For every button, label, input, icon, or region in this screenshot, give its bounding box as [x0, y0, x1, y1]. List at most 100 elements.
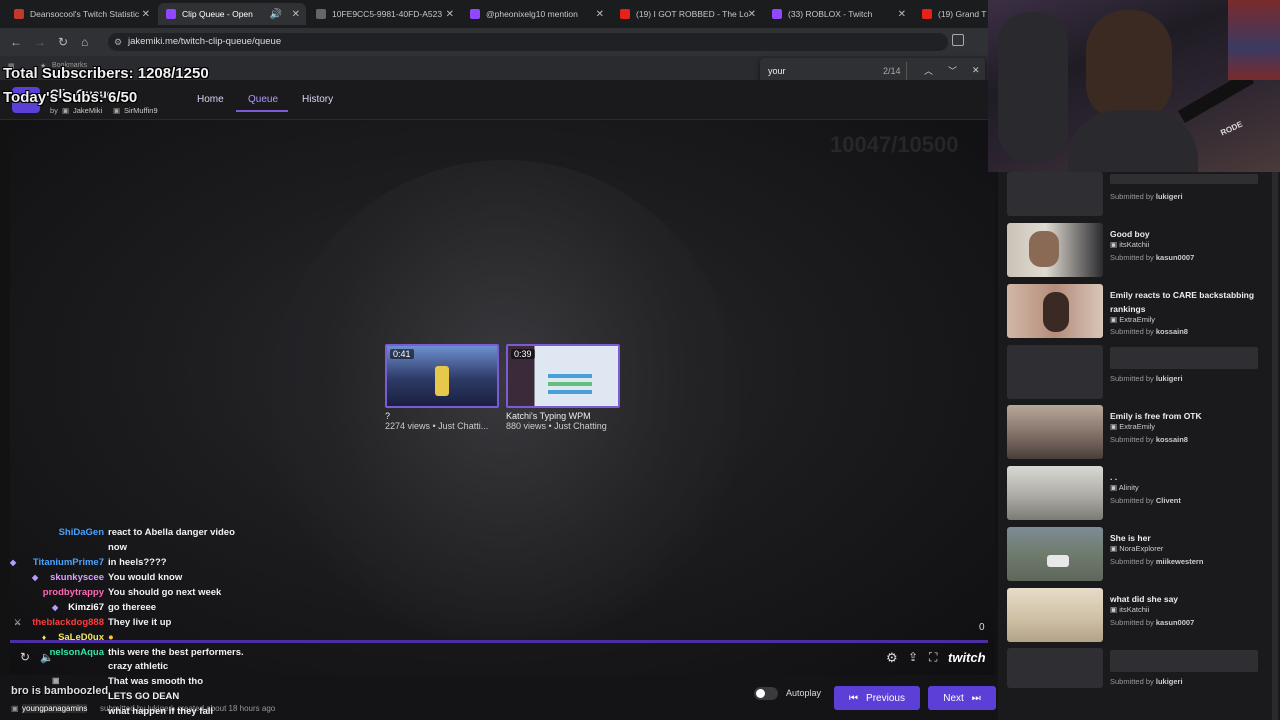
twitch-favicon-icon [166, 9, 176, 19]
url-field[interactable]: ⚙ jakemiki.me/twitch-clip-queue/queue [108, 33, 948, 51]
submitted-label: Submitted by [1110, 677, 1154, 686]
flag-shape [1228, 0, 1280, 80]
clip-thumbnail[interactable]: 0:41 [385, 344, 499, 408]
chat-message: this were the best performers. [108, 647, 244, 658]
close-icon[interactable]: ✕ [898, 9, 906, 20]
queue-item-title: Emily reacts to CARE backstabbing rankin… [1110, 290, 1255, 314]
queue-item[interactable]: Emily is free from OTK ▣ ExtraEmily Subm… [1007, 405, 1272, 461]
forward-icon[interactable]: → [34, 35, 46, 49]
back-icon[interactable]: ← [10, 35, 22, 49]
find-next-icon[interactable]: ﹀ [948, 64, 957, 77]
queue-thumbnail [1007, 223, 1103, 277]
nav-home[interactable]: Home [197, 94, 224, 105]
thumbnail-face [1043, 292, 1069, 332]
plush-toy-shape [998, 12, 1068, 162]
nav-active-underline [236, 110, 288, 112]
clip-meta: 880 views • Just Chatting [506, 421, 607, 431]
close-icon[interactable]: ✕ [596, 9, 604, 20]
title-placeholder [1110, 347, 1258, 369]
find-prev-icon[interactable]: ︿ [924, 64, 933, 77]
thumbnail-figure [435, 366, 449, 396]
chat-username: nelsonAqua [49, 647, 104, 658]
browser-tab[interactable]: (19) I GOT ROBBED - The Lo ✕ [612, 3, 762, 25]
sidebar-scrollbar[interactable] [1272, 172, 1278, 720]
channel-name: Alinity [1118, 483, 1139, 492]
chat-message: LETS GO DEAN [108, 691, 180, 702]
submitted-label: Submitted by [1110, 253, 1154, 262]
queue-item[interactable]: Emily reacts to CARE backstabbing rankin… [1007, 284, 1272, 340]
chat-message: That was smooth tho [108, 676, 203, 687]
twitch-logo[interactable]: twitch [948, 650, 986, 665]
channel-icon: ▣ [1110, 240, 1118, 249]
thumbnail-bar [548, 374, 592, 378]
chat-username: ShiDaGen [58, 527, 104, 538]
find-input[interactable]: your [768, 66, 786, 76]
skip-back-icon: ⏮ [849, 692, 859, 704]
find-divider [906, 62, 907, 80]
tab-label: @pheonixelg10 mention [486, 9, 578, 19]
close-icon[interactable]: ✕ [446, 9, 454, 20]
queue-item-title: She is her [1110, 533, 1151, 543]
browser-tab-active[interactable]: Clip Queue - Open 🔊 ✕ [158, 3, 306, 25]
queue-item-title: . . [1110, 472, 1118, 482]
youtube-favicon-icon [922, 9, 932, 19]
queue-item[interactable]: Submitted by lukigeri [1007, 162, 1272, 218]
chat-username: skunkyscee [50, 572, 104, 583]
submitted-label: Submitted by [1110, 192, 1154, 201]
chat-line: ▣ That was smooth tho [0, 676, 203, 687]
queue-item[interactable]: Submitted by lukigeri [1007, 345, 1272, 401]
close-icon[interactable]: ✕ [292, 9, 300, 20]
speaker-icon[interactable]: 🔊 [270, 9, 282, 20]
stats-favicon-icon [14, 9, 24, 19]
queue-item-title: Emily is free from OTK [1110, 411, 1202, 421]
queue-item[interactable]: what did she say ▣ itsKatchii Submitted … [1007, 588, 1272, 644]
queue-item[interactable]: Submitted by lukigeri [1007, 648, 1272, 704]
fullscreen-icon[interactable]: ⛶ [929, 650, 937, 665]
clip-card[interactable]: 0:39 Katchi's Typing WPM 880 views • Jus… [506, 344, 620, 431]
browser-tab[interactable]: @pheonixelg10 mention ✕ [462, 3, 610, 25]
next-button[interactable]: Next ⏭ [928, 686, 996, 710]
queue-item[interactable]: She is her ▣ NoraExplorer Submitted by m… [1007, 527, 1272, 583]
reload-icon[interactable]: ↻ [58, 35, 68, 49]
browser-tab[interactable]: Deansocool's Twitch Statistic ✕ [6, 3, 156, 25]
clip-title: Katchi's Typing WPM [506, 411, 591, 421]
site-info-icon[interactable]: ⚙ [114, 33, 122, 51]
author-link[interactable]: SirMuffin9 [124, 106, 158, 115]
thumbnail-bar [548, 390, 592, 394]
clip-progress-bar[interactable] [10, 640, 988, 643]
nav-history[interactable]: History [302, 94, 333, 105]
home-icon[interactable]: ⌂ [81, 35, 88, 49]
browser-tab[interactable]: (33) ROBLOX - Twitch ✕ [764, 3, 912, 25]
close-icon[interactable]: ✕ [142, 9, 150, 20]
bookmark-icon[interactable] [952, 34, 964, 46]
queue-counter: 0 [979, 622, 985, 633]
browser-tab[interactable]: (19) Grand T [914, 3, 988, 25]
close-icon[interactable]: ✕ [748, 9, 756, 20]
submitted-label: Submitted by [1110, 374, 1154, 383]
browser-tab[interactable]: 10FE9CC5-9981-40FD-A523 ✕ [308, 3, 460, 25]
previous-button[interactable]: ⏮ Previous [834, 686, 920, 710]
tab-label: (19) I GOT ROBBED - The Lo [636, 9, 749, 19]
url-text: jakemiki.me/twitch-clip-queue/queue [128, 36, 282, 47]
queue-item[interactable]: Good boy ▣ itsKatchii Submitted by kasun… [1007, 223, 1272, 279]
settings-gear-icon[interactable]: ⚙ [886, 650, 898, 666]
chat-line: nelsonAqua this were the best performers. [0, 647, 244, 658]
clip-thumbnail[interactable]: 0:39 [506, 344, 620, 408]
queue-item[interactable]: . . ▣ Alinity Submitted by Clivent [1007, 466, 1272, 522]
thumbnail-face [1029, 231, 1059, 267]
chat-message: what happen if they fall [108, 706, 214, 717]
thumbnail-car [1047, 555, 1069, 567]
autoplay-toggle[interactable] [754, 687, 778, 700]
queue-thumbnail-placeholder [1007, 345, 1103, 399]
share-icon[interactable]: ⇪ [908, 650, 918, 664]
today-subs-overlay: Today's Subs: 6/50 [3, 89, 138, 106]
queue-thumbnail [1007, 588, 1103, 642]
twitch-favicon-icon [772, 9, 782, 19]
find-count: 2/14 [883, 66, 901, 76]
author-link[interactable]: JakeMiki [73, 106, 102, 115]
clip-card[interactable]: 0:41 ? 2274 views • Just Chatti... [385, 344, 499, 431]
chat-line: ShiDaGen react to Abella danger video [0, 527, 235, 538]
chat-message: They live it up [108, 617, 172, 628]
find-close-icon[interactable]: ✕ [972, 65, 980, 76]
nav-queue[interactable]: Queue [248, 94, 278, 105]
